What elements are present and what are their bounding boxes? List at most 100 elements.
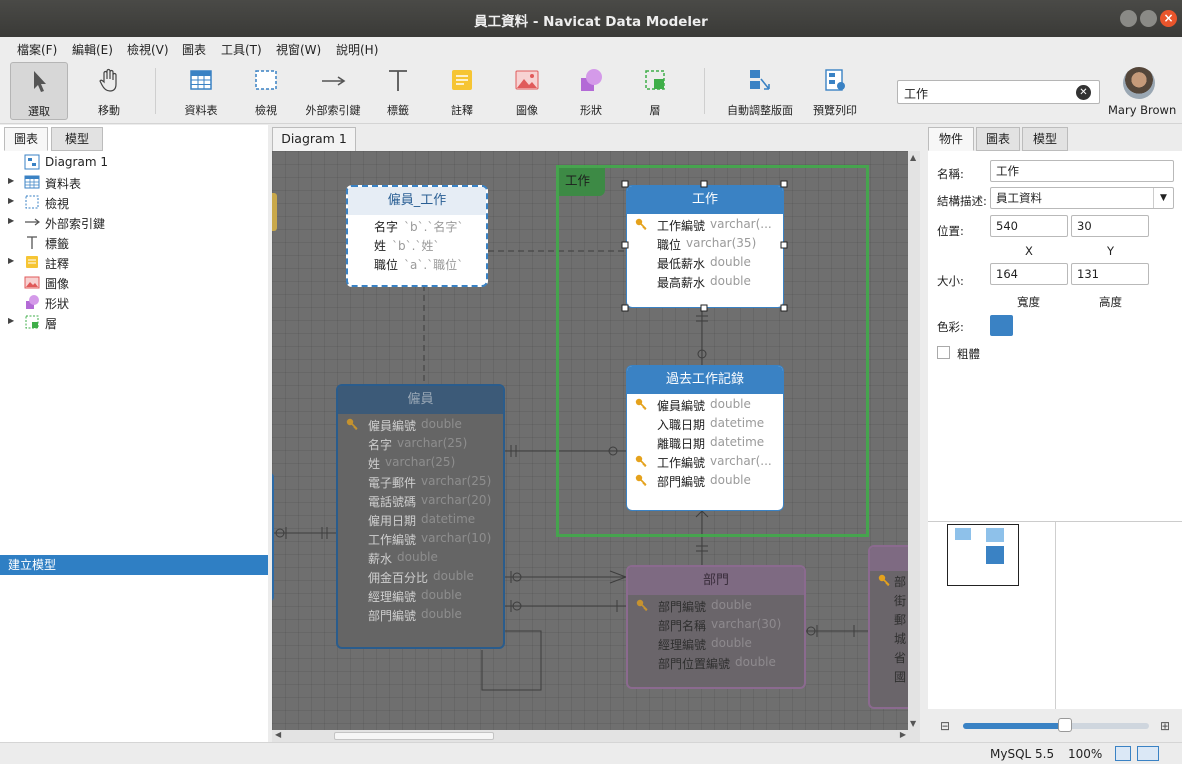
menu-edit[interactable]: 編輯(E) — [72, 41, 113, 58]
entity-job-history[interactable]: 過去工作記錄 僱員編號 double 入職日期 datetime 離職日期 datetim… — [626, 365, 784, 511]
field-row[interactable]: 薪水 double — [338, 548, 503, 567]
field-row[interactable]: 名字 varchar(25) — [338, 434, 503, 453]
layer-tool[interactable]: 層 — [626, 62, 684, 120]
expand-arrow-icon[interactable]: ▶ — [8, 196, 14, 205]
scroll-up-icon[interactable]: ▲ — [910, 153, 916, 162]
menu-window[interactable]: 視窗(W) — [276, 41, 321, 58]
expand-arrow-icon[interactable]: ▶ — [8, 216, 14, 225]
field-row[interactable]: 名字 `b`.`名字` — [348, 216, 486, 235]
select-tool[interactable]: 選取 — [10, 62, 68, 120]
print-preview-tool[interactable]: 預覽列印 — [804, 62, 866, 120]
view-mode-icon[interactable] — [1115, 746, 1131, 761]
height-field[interactable]: 131 — [1071, 263, 1149, 285]
entity-employee-job-view[interactable]: 僱員_工作 名字 `b`.`名字` 姓 `b`.`姓` 職位 `a`.`職位` — [346, 185, 488, 287]
avatar[interactable] — [1123, 67, 1155, 99]
view-tool[interactable]: 檢視 — [240, 62, 292, 120]
zoom-in-icon[interactable]: ⊞ — [1160, 719, 1170, 733]
field-row[interactable]: 城 — [870, 628, 908, 647]
scroll-left-icon[interactable]: ◀ — [275, 730, 281, 739]
expand-arrow-icon[interactable]: ▶ — [8, 316, 14, 325]
position-y-field[interactable]: 30 — [1071, 215, 1149, 237]
tab-object[interactable]: 物件 — [928, 127, 974, 151]
entity-employee[interactable]: 僱員 僱員編號 double 名字 varchar(25) 姓 varchar(25) 電子… — [336, 384, 505, 649]
label-tool[interactable]: 標籤 — [370, 62, 426, 120]
entity-department[interactable]: 部門 部門編號 double 部門名稱 varchar(30) 經理編號 double 部門… — [626, 565, 806, 689]
layout-mode-icon[interactable] — [1137, 746, 1159, 761]
tab-diagram-props[interactable]: 圖表 — [976, 127, 1020, 151]
foreign-key-tool[interactable]: 外部索引鍵 — [300, 62, 366, 120]
zoom-slider-handle[interactable] — [1058, 718, 1073, 732]
field-row[interactable]: 姓 varchar(25) — [338, 453, 503, 472]
partial-table[interactable] — [272, 473, 274, 601]
color-swatch[interactable] — [990, 315, 1013, 336]
scroll-thumb[interactable] — [334, 732, 494, 740]
zoom-out-icon[interactable]: ⊟ — [940, 719, 950, 733]
menu-help[interactable]: 說明(H) — [336, 41, 378, 58]
expand-arrow-icon[interactable]: ▶ — [8, 176, 14, 185]
user-name[interactable]: Mary Brown — [1108, 103, 1176, 117]
entity-location-partial[interactable]: 部街郵城省國 — [868, 545, 908, 709]
shape-tool[interactable]: 形狀 — [562, 62, 620, 120]
field-row[interactable]: 電子郵件 varchar(25) — [338, 472, 503, 491]
field-row[interactable]: 姓 `b`.`姓` — [348, 235, 486, 254]
menu-tools[interactable]: 工具(T) — [221, 41, 262, 58]
horizontal-scrollbar[interactable]: ◀ ▶ — [272, 730, 920, 742]
position-x-field[interactable]: 540 — [990, 215, 1068, 237]
menu-file[interactable]: 檔案(F) — [17, 41, 57, 58]
field-row[interactable]: 經理編號 double — [628, 634, 804, 653]
field-row[interactable]: 街 — [870, 590, 908, 609]
menu-view[interactable]: 檢視(V) — [127, 41, 169, 58]
clear-search-icon[interactable]: ✕ — [1076, 85, 1091, 100]
name-field[interactable]: 工作 — [990, 160, 1174, 182]
field-row[interactable]: 工作編號 varchar(10) — [338, 529, 503, 548]
field-row[interactable]: 國 — [870, 666, 908, 685]
field-row[interactable]: 郵 — [870, 609, 908, 628]
field-row[interactable]: 部 — [870, 571, 908, 590]
bold-checkbox[interactable] — [937, 346, 950, 359]
auto-layout-tool[interactable]: 自動調整版面 — [718, 62, 802, 120]
field-row[interactable]: 僱員編號 double — [627, 395, 783, 414]
schema-select[interactable]: 員工資料 ▼ — [990, 187, 1174, 209]
field-row[interactable]: 僱員編號 double — [338, 415, 503, 434]
expand-arrow-icon[interactable]: ▶ — [8, 256, 14, 265]
chevron-down-icon[interactable]: ▼ — [1153, 188, 1173, 208]
field-row[interactable]: 部門編號 double — [627, 471, 783, 490]
tab-diagram[interactable]: 圖表 — [4, 127, 48, 151]
field-row[interactable]: 省 — [870, 647, 908, 666]
tab-diagram-1[interactable]: Diagram 1 — [272, 127, 356, 151]
overview-navigator[interactable] — [928, 521, 1182, 710]
note-tool[interactable]: 註釋 — [434, 62, 490, 120]
field-row[interactable]: 部門名稱 varchar(30) — [628, 615, 804, 634]
field-row[interactable]: 職位 `a`.`職位` — [348, 254, 486, 273]
field-row[interactable]: 部門編號 double — [628, 596, 804, 615]
field-row[interactable]: 部門編號 double — [338, 605, 503, 624]
field-row[interactable]: 工作編號 varchar(... — [627, 452, 783, 471]
search-input[interactable]: 工作 ✕ — [897, 80, 1100, 104]
move-tool[interactable]: 移動 — [80, 62, 138, 120]
layer-label[interactable]: 工作 — [559, 168, 605, 196]
width-field[interactable]: 164 — [990, 263, 1068, 285]
minimize-button[interactable] — [1120, 10, 1137, 27]
scroll-down-icon[interactable]: ▼ — [910, 719, 916, 728]
field-row[interactable]: 僱用日期 datetime — [338, 510, 503, 529]
field-row[interactable]: 電話號碼 varchar(20) — [338, 491, 503, 510]
zoom-slider[interactable] — [963, 718, 1149, 732]
image-tool[interactable]: 圖像 — [498, 62, 556, 120]
field-row[interactable]: 入職日期 datetime — [627, 414, 783, 433]
menu-diagram[interactable]: 圖表 — [182, 41, 206, 58]
close-button[interactable]: × — [1160, 10, 1177, 27]
diagram-canvas[interactable]: 工作 僱員_工作 名字 `b`.`名字` 姓 `b`.`姓` 職位 `a`.`職位` … — [272, 151, 908, 730]
tab-model[interactable]: 模型 — [51, 127, 103, 151]
scroll-right-icon[interactable]: ▶ — [900, 730, 906, 739]
field-row[interactable]: 離職日期 datetime — [627, 433, 783, 452]
field-row[interactable]: 經理編號 double — [338, 586, 503, 605]
create-model-item[interactable]: 建立模型 — [0, 555, 268, 575]
field-row[interactable]: 部門位置編號 double — [628, 653, 804, 672]
table-tool[interactable]: 資料表 — [172, 62, 230, 120]
selection-handles[interactable] — [621, 180, 789, 313]
partial-note[interactable] — [272, 193, 277, 231]
tab-model-props[interactable]: 模型 — [1022, 127, 1068, 151]
maximize-button[interactable] — [1140, 10, 1157, 27]
vertical-scrollbar[interactable]: ▲ ▼ — [908, 151, 920, 730]
field-row[interactable]: 佣金百分比 double — [338, 567, 503, 586]
